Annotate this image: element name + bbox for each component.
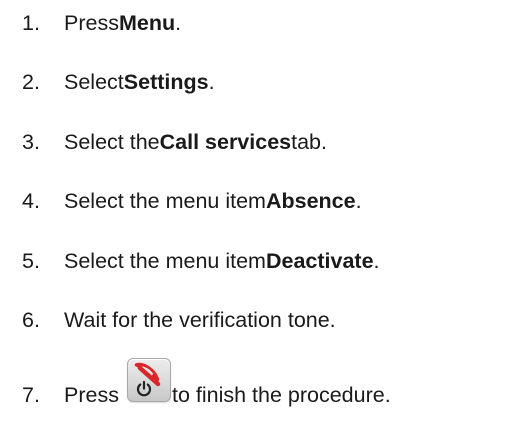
- step-text-end: .: [208, 69, 215, 94]
- step-number: 2.: [22, 69, 40, 94]
- step-text-end: to finish the procedure.: [171, 382, 391, 407]
- step-7: 7. Press to finish the procedure.: [22, 358, 391, 412]
- step-number: 3.: [22, 129, 40, 154]
- step-3: 3. Select the Call services tab.: [22, 125, 327, 159]
- step-keyword: Call services: [159, 129, 292, 154]
- step-4: 4. Select the menu item Absence.: [22, 184, 362, 218]
- step-text: Press: [64, 10, 119, 35]
- step-number: 7.: [22, 382, 40, 407]
- step-text: Select the menu item: [64, 248, 266, 273]
- step-keyword: Absence: [265, 188, 356, 213]
- step-keyword: Deactivate: [265, 248, 374, 273]
- step-text-end: .: [175, 10, 182, 35]
- step-text-end: .: [355, 188, 362, 213]
- step-number: 1.: [22, 10, 40, 35]
- step-text-end: tab.: [291, 129, 327, 154]
- step-text: Press: [64, 382, 119, 407]
- step-text: Select the menu item: [64, 188, 266, 213]
- step-1: 1. Press Menu.: [22, 6, 181, 40]
- step-5: 5. Select the menu item Deactivate.: [22, 244, 380, 278]
- step-number: 4.: [22, 188, 40, 213]
- step-2: 2. Select Settings.: [22, 65, 215, 99]
- step-text: Select: [64, 69, 124, 94]
- step-6: 6. Wait for the verification tone.: [22, 303, 336, 337]
- step-text: Select the: [64, 129, 160, 154]
- end-call-power-key-icon: [126, 358, 171, 402]
- step-text-end: .: [373, 248, 380, 273]
- step-number: 6.: [22, 307, 40, 332]
- step-keyword: Menu: [118, 10, 176, 35]
- step-text: Wait for the verification tone.: [64, 307, 336, 332]
- step-keyword: Settings: [123, 69, 209, 94]
- step-number: 5.: [22, 248, 40, 273]
